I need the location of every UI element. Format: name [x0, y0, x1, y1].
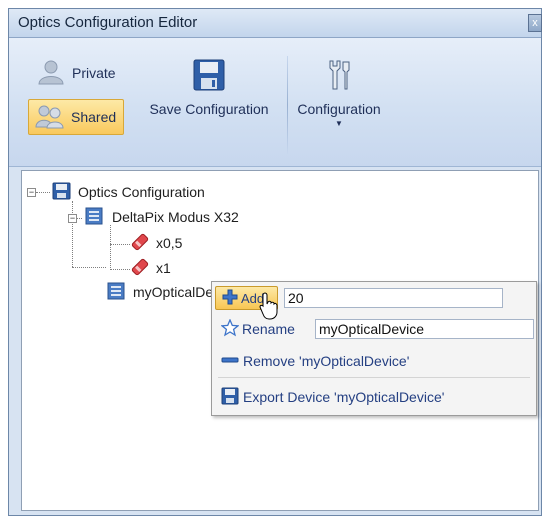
tree-item-lens[interactable]: x0,5: [130, 233, 182, 253]
save-configuration-label: Save Configuration: [149, 101, 269, 117]
rename-menu-item[interactable]: Rename: [220, 317, 295, 340]
floppy-disk-icon: [52, 182, 72, 203]
lens-icon: [130, 258, 150, 279]
tree-item-lens-label: x0,5: [156, 235, 183, 251]
collapse-toggle[interactable]: −: [27, 188, 36, 197]
configuration-dropdown-button[interactable]: Configuration ▼: [292, 58, 386, 154]
collapse-toggle[interactable]: −: [68, 214, 77, 223]
tree-item-lens[interactable]: x1: [130, 258, 171, 278]
tree-connector: [72, 201, 73, 267]
device-icon: [106, 282, 128, 303]
device-icon: [84, 207, 106, 228]
optics-editor-window: Optics Configuration Editor x Private Sh…: [8, 8, 542, 516]
tree-item-root[interactable]: Optics Configuration: [52, 182, 205, 202]
floppy-disk-icon: [221, 387, 239, 408]
tools-icon: [322, 58, 356, 95]
title-bar[interactable]: Optics Configuration Editor x: [9, 9, 542, 38]
save-configuration-button[interactable]: Save Configuration: [140, 58, 278, 138]
rename-label: Rename: [242, 321, 295, 337]
window-title: Optics Configuration Editor: [18, 14, 198, 31]
close-button[interactable]: x: [528, 14, 542, 32]
tree-item-lens-label: x1: [156, 260, 171, 276]
tree-connector: [110, 244, 130, 245]
rename-input[interactable]: [315, 319, 534, 339]
private-button[interactable]: Private: [36, 60, 116, 86]
shared-label: Shared: [71, 109, 117, 125]
users-icon: [35, 103, 65, 132]
add-quantity-input[interactable]: [284, 288, 503, 308]
tree-connector: [110, 225, 111, 270]
ribbon: Private Shared Save Configuration Config…: [9, 38, 541, 167]
tree-connector: [72, 267, 106, 268]
shared-button[interactable]: Shared: [28, 99, 124, 135]
chevron-down-icon: ▼: [335, 119, 343, 128]
lens-icon: [130, 233, 150, 254]
menu-separator: [218, 377, 530, 378]
tree-item-device-label: DeltaPix Modus X32: [112, 209, 239, 225]
remove-label: Remove 'myOpticalDevice': [243, 353, 410, 369]
remove-menu-item[interactable]: Remove 'myOpticalDevice': [221, 351, 409, 371]
floppy-disk-icon: [192, 58, 226, 95]
tree-item-device[interactable]: DeltaPix Modus X32: [84, 207, 239, 227]
tree-connector: [36, 192, 50, 193]
mouse-cursor-icon: [259, 292, 279, 323]
configuration-label: Configuration: [297, 101, 381, 117]
plus-icon: [222, 289, 238, 308]
tree-item-root-label: Optics Configuration: [78, 184, 205, 200]
export-device-menu-item[interactable]: Export Device 'myOpticalDevice': [221, 386, 444, 408]
private-label: Private: [72, 65, 116, 81]
star-icon: [220, 317, 240, 340]
ribbon-separator: [287, 56, 288, 154]
user-icon: [36, 59, 66, 88]
export-device-label: Export Device 'myOpticalDevice': [243, 389, 445, 405]
minus-icon: [221, 353, 239, 370]
tree-connector: [110, 269, 130, 270]
